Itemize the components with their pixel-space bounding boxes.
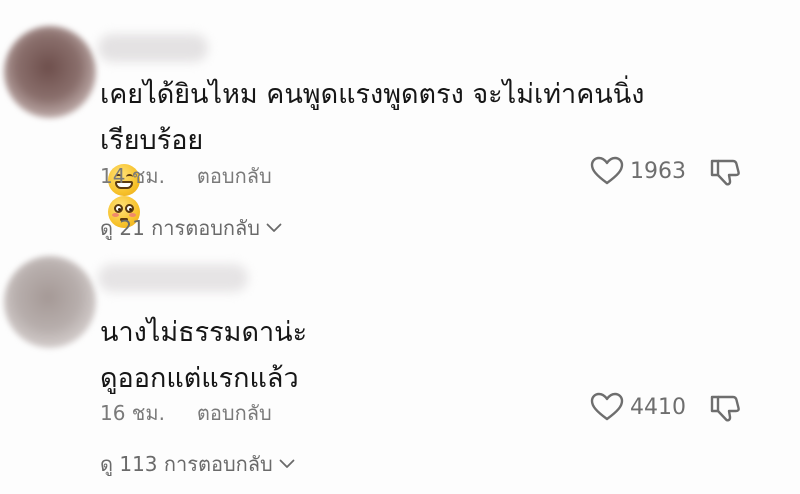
comment-meta: 16 ชม. ตอบกลับ xyxy=(100,397,272,429)
comment-text: นางไม่ธรรมดาน่ะ ดูออกแต่แรกแล้ว xyxy=(100,310,307,402)
comment-time: 16 ชม. xyxy=(100,401,165,425)
comment-time: 14 ชม. xyxy=(100,164,165,188)
dislike-button[interactable] xyxy=(709,156,741,192)
like-button[interactable]: 4410 xyxy=(590,392,686,422)
comment-meta: 14 ชม. ตอบกลับ xyxy=(100,160,272,192)
like-count: 4410 xyxy=(630,394,686,420)
comments-panel: เคยได้ยินไหม คนพูดแรงพูดตรง จะไม่เท่าคนน… xyxy=(0,0,800,494)
comment-item: นางไม่ธรรมดาน่ะ ดูออกแต่แรกแล้ว 16 ชม. ตอ… xyxy=(0,250,800,494)
chevron-down-icon xyxy=(279,459,295,468)
view-replies-label: ดู 113 การตอบกลับ xyxy=(100,452,273,476)
comment-text: เคยได้ยินไหม คนพูดแรงพูดตรง จะไม่เท่าคนน… xyxy=(100,72,644,228)
dislike-button[interactable] xyxy=(709,392,741,428)
comment-text-line: เคยได้ยินไหม คนพูดแรงพูดตรง จะไม่เท่าคนน… xyxy=(100,79,645,110)
like-button[interactable]: 1963 xyxy=(590,156,686,186)
like-count: 1963 xyxy=(630,158,686,184)
comment-text-line: นางไม่ธรรมดาน่ะ xyxy=(100,317,308,348)
heart-outline-icon xyxy=(590,392,624,421)
reply-button[interactable]: ตอบกลับ xyxy=(197,401,272,425)
comment-item: เคยได้ยินไหม คนพูดแรงพูดตรง จะไม่เท่าคนน… xyxy=(0,0,800,250)
username[interactable] xyxy=(98,34,208,62)
avatar[interactable] xyxy=(4,256,96,348)
view-replies-button[interactable]: ดู 21 การตอบกลับ xyxy=(100,212,282,244)
chevron-down-icon xyxy=(266,223,282,232)
comment-text-line: ดูออกแต่แรกแล้ว xyxy=(100,363,299,394)
heart-outline-icon xyxy=(590,156,624,185)
view-replies-button[interactable]: ดู 113 การตอบกลับ xyxy=(100,448,295,480)
avatar[interactable] xyxy=(4,26,96,118)
thumbs-down-outline-icon xyxy=(710,159,740,186)
reply-button[interactable]: ตอบกลับ xyxy=(197,164,272,188)
view-replies-label: ดู 21 การตอบกลับ xyxy=(100,216,260,240)
username[interactable] xyxy=(98,264,248,292)
thumbs-down-outline-icon xyxy=(710,395,740,422)
